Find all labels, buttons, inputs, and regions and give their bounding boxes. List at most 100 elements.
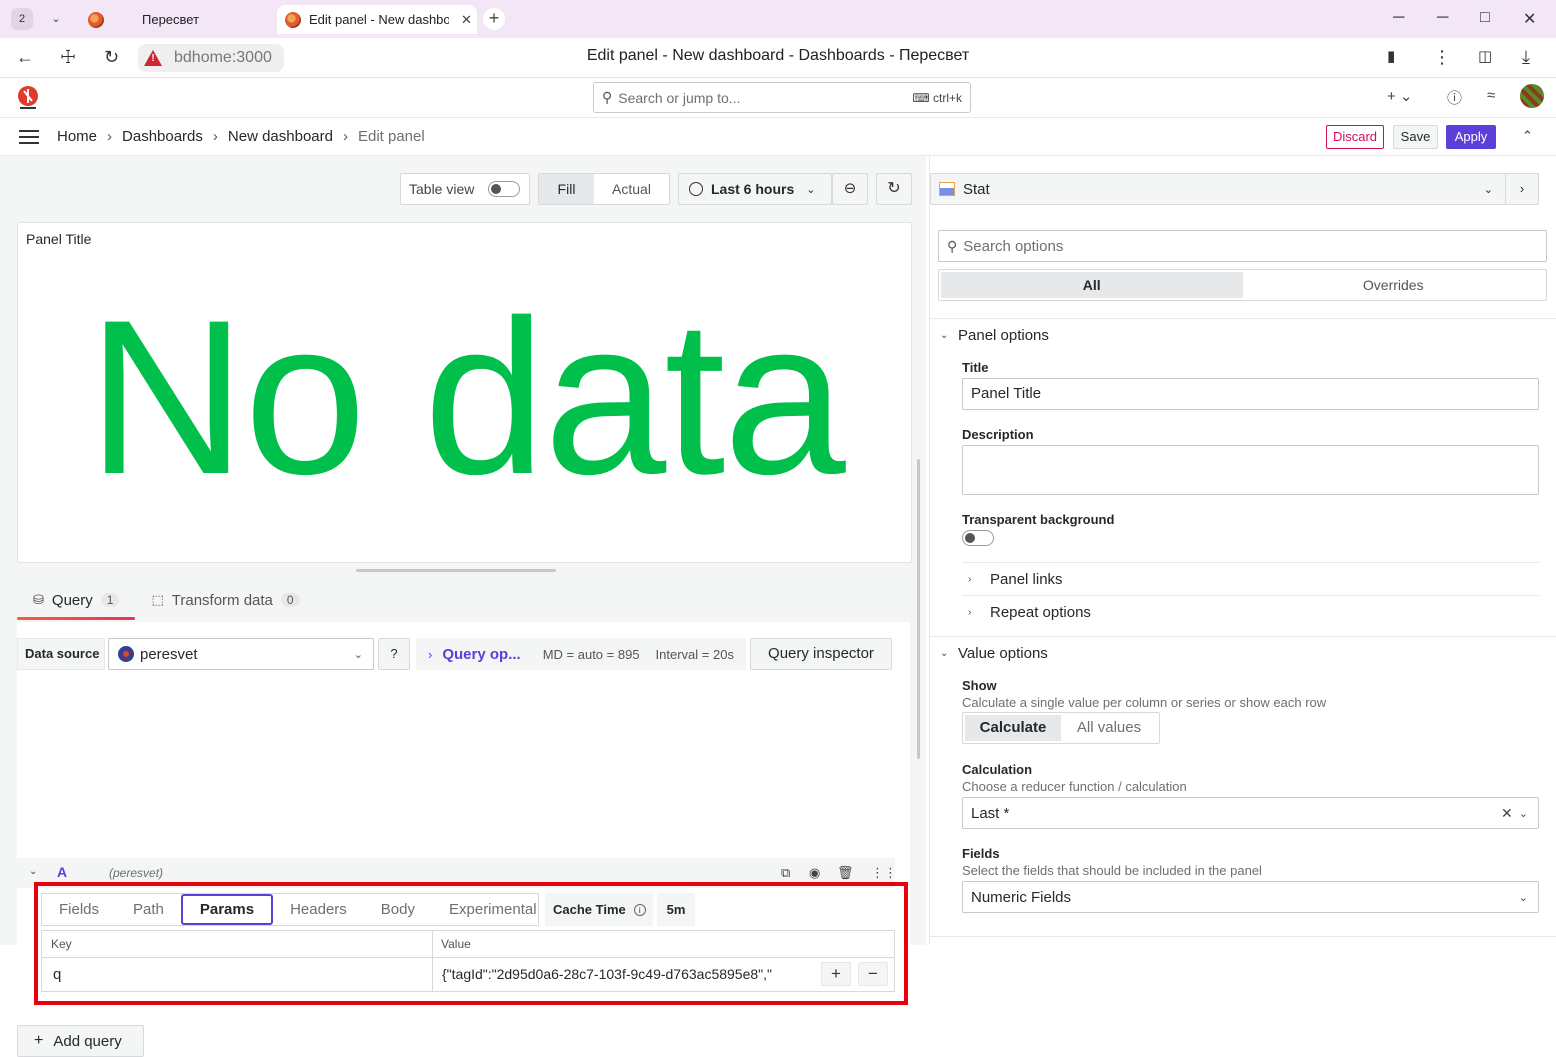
datasource-icon <box>118 646 134 662</box>
breadcrumb-home[interactable]: Home <box>57 128 97 145</box>
info-icon[interactable]: i <box>633 903 646 916</box>
pane-resize-handle[interactable] <box>356 569 556 572</box>
visualization-picker[interactable]: Stat ⌄ <box>930 173 1508 205</box>
discard-button[interactable]: Discard <box>1326 125 1384 149</box>
datasource-picker[interactable]: peresvet ⌄ <box>108 638 374 670</box>
peresvet-logo-icon[interactable] <box>16 85 40 111</box>
query-inspector-button[interactable]: Query inspector <box>750 638 892 670</box>
apply-button[interactable]: Apply <box>1446 125 1496 149</box>
refresh-button[interactable]: ↻ <box>876 173 912 205</box>
database-icon: ⛁ <box>33 592 44 607</box>
eye-icon[interactable]: ◉ <box>809 865 820 881</box>
tab-transform-data[interactable]: ⬚ Transform data 0 <box>135 580 315 620</box>
browser-tab-peresvet[interactable]: Пересвет <box>82 5 272 34</box>
subtab-experimental[interactable]: Experimental <box>432 894 554 925</box>
tab-query[interactable]: ⛁ Query 1 <box>17 580 136 620</box>
subtab-body[interactable]: Body <box>364 894 432 925</box>
minimize-icon[interactable]: ─ <box>1437 9 1448 27</box>
scrollbar[interactable] <box>917 459 920 759</box>
breadcrumb-dashboards[interactable]: Dashboards <box>122 128 203 145</box>
search-options-input[interactable]: ⚲ Search options <box>938 230 1547 262</box>
column-divider <box>432 931 433 991</box>
grafana-favicon-icon <box>88 11 104 28</box>
new-tab-button[interactable]: + <box>483 8 505 30</box>
duplicate-icon[interactable]: ⧉ <box>781 865 790 881</box>
query-ref-id[interactable]: A <box>57 864 67 880</box>
param-key-input[interactable]: q <box>53 966 61 983</box>
add-row-button[interactable]: + <box>821 962 851 986</box>
value-options-section[interactable]: ⌄ Value options <box>940 645 1048 662</box>
divider <box>930 636 1556 637</box>
browser-tab-edit-panel[interactable]: Edit panel - New dashboard ✕ <box>277 5 477 34</box>
tab-count-badge[interactable]: 2 <box>11 8 33 30</box>
actual-option[interactable]: Actual <box>594 174 669 204</box>
table-view-toggle[interactable]: Table view <box>400 173 530 205</box>
tab-overrides[interactable]: Overrides <box>1243 272 1545 298</box>
toggle-switch[interactable] <box>488 181 521 197</box>
extensions-icon[interactable]: ◫ <box>1478 47 1492 65</box>
remove-row-button[interactable]: − <box>858 962 888 986</box>
add-new-button[interactable]: + ⌄ <box>1387 87 1413 105</box>
chevron-right-icon: › <box>212 128 218 145</box>
rss-icon[interactable]: ≈ <box>1487 87 1495 104</box>
yandex-icon[interactable]: ☩ <box>60 47 76 68</box>
url-field[interactable]: ! bdhome:3000 <box>138 44 284 72</box>
divider <box>962 595 1539 596</box>
all-values-option[interactable]: All values <box>1061 715 1157 741</box>
search-options-placeholder: Search options <box>963 237 1064 255</box>
cache-time-value[interactable]: 5m <box>657 893 695 926</box>
calculate-option[interactable]: Calculate <box>965 715 1061 741</box>
zoom-out-button[interactable]: ⊖ <box>832 173 868 205</box>
datasource-help-button[interactable]: ? <box>378 638 410 670</box>
title-input[interactable]: Panel Title <box>962 378 1539 410</box>
user-avatar[interactable] <box>1520 84 1544 108</box>
fill-option[interactable]: Fill <box>539 174 594 204</box>
download-icon[interactable]: ⤓ <box>1522 47 1530 68</box>
minimize-icon[interactable]: ─ <box>1393 9 1404 27</box>
add-query-button[interactable]: + Add query <box>17 1025 144 1057</box>
save-button[interactable]: Save <box>1393 125 1438 149</box>
chevron-down-icon: ⌄ <box>1483 183 1493 196</box>
subtab-path[interactable]: Path <box>116 894 181 925</box>
search-icon: ⚲ <box>602 89 613 105</box>
reload-icon[interactable]: ↻ <box>104 47 119 68</box>
transparent-toggle[interactable] <box>962 530 994 546</box>
back-icon[interactable]: ← <box>16 47 34 68</box>
description-textarea[interactable] <box>962 445 1539 495</box>
subtab-headers[interactable]: Headers <box>273 894 364 925</box>
chevron-up-icon[interactable]: ⌃ <box>1522 128 1533 144</box>
panel-links-section[interactable]: › Panel links <box>968 571 1063 588</box>
clear-icon[interactable]: ✕ <box>1501 805 1513 822</box>
panel-title[interactable]: Panel Title <box>26 231 91 247</box>
close-icon[interactable]: ✕ <box>461 12 472 28</box>
chevron-down-icon[interactable]: ⌄ <box>45 8 67 30</box>
chevron-down-icon[interactable]: ⌄ <box>29 866 37 877</box>
help-icon[interactable]: ⓘ <box>1447 87 1462 108</box>
repeat-options-section[interactable]: › Repeat options <box>968 604 1091 621</box>
drag-handle-icon[interactable]: ⋮⋮ <box>871 865 897 881</box>
close-window-icon[interactable]: ✕ <box>1523 9 1536 29</box>
more-icon[interactable]: ⋮ <box>1433 47 1451 68</box>
collapse-options-button[interactable]: › <box>1505 173 1539 205</box>
menu-icon[interactable] <box>19 130 39 144</box>
calculation-select[interactable]: Last * ✕ ⌄ <box>962 797 1539 829</box>
subtab-params[interactable]: Params <box>180 894 274 925</box>
tab-all[interactable]: All <box>941 272 1243 298</box>
time-range-picker[interactable]: Last 6 hours ⌄ <box>678 173 832 205</box>
search-bar[interactable]: ⚲ Search or jump to... ⌨ ctrl+k <box>593 82 971 113</box>
bookmark-icon[interactable]: ▮ <box>1387 47 1395 65</box>
transparent-label: Transparent background <box>962 512 1115 527</box>
fields-select[interactable]: Numeric Fields ⌄ <box>962 881 1539 913</box>
query-datasource-name: (peresvet) <box>109 866 164 880</box>
query-options[interactable]: › Query op... MD = auto = 895 Interval =… <box>416 638 746 670</box>
show-description: Calculate a single value per column or s… <box>962 695 1327 710</box>
stat-viz-icon <box>939 182 955 196</box>
trash-icon[interactable]: 🗑 <box>837 865 854 881</box>
chevron-down-icon: ⌄ <box>1518 891 1528 904</box>
breadcrumb-new-dashboard[interactable]: New dashboard <box>228 128 333 145</box>
param-value-input[interactable]: {"tagId":"2d95d0a6-28c7-103f-9c49-d763ac… <box>442 966 814 982</box>
query-options-link[interactable]: Query op... <box>442 646 520 663</box>
subtab-fields[interactable]: Fields <box>42 894 116 925</box>
panel-options-section[interactable]: ⌄ Panel options <box>940 327 1049 344</box>
maximize-icon[interactable]: □ <box>1480 9 1490 27</box>
